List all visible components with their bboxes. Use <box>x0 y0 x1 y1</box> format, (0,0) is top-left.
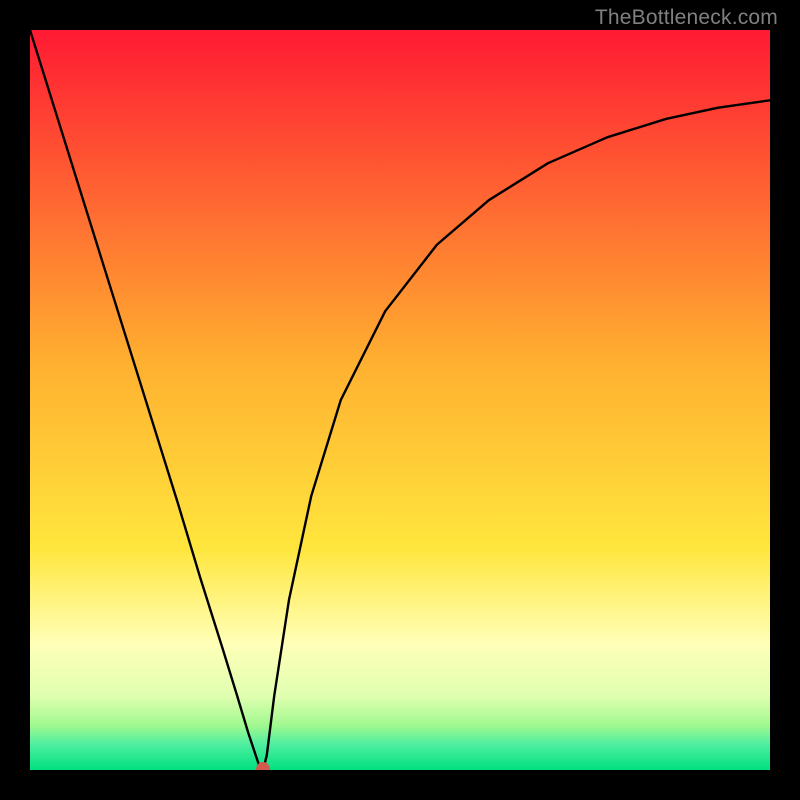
bottleneck-curve <box>30 30 770 770</box>
watermark-text: TheBottleneck.com <box>595 6 778 30</box>
plot-area <box>30 30 770 770</box>
optimal-point-marker <box>256 762 270 770</box>
chart-frame: TheBottleneck.com <box>0 0 800 800</box>
